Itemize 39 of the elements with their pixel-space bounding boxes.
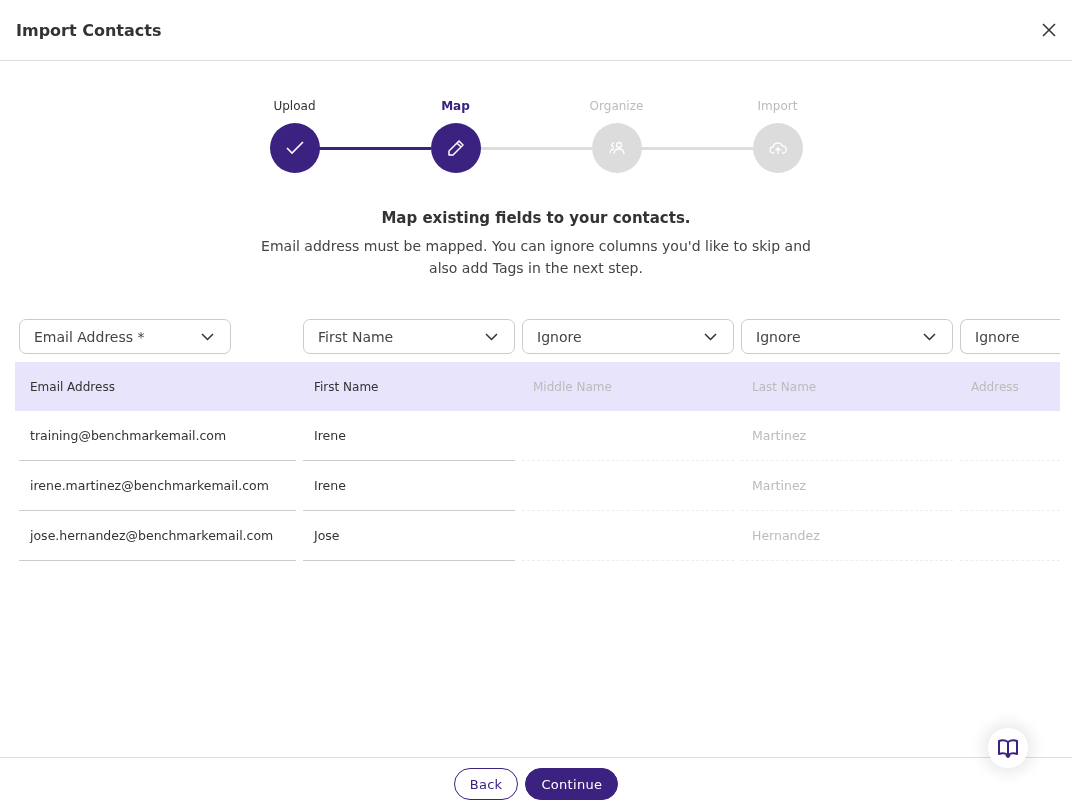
field-dropdown[interactable]: Ignore [960, 319, 1060, 354]
chevron-down-icon [201, 332, 214, 341]
field-dropdown[interactable]: Ignore [522, 319, 734, 354]
field-dropdown[interactable]: Ignore [741, 319, 953, 354]
footer-button[interactable]: Continue [525, 768, 619, 800]
table-cell: Martinez [752, 428, 807, 443]
column-header: Last Name [751, 379, 818, 394]
close-icon[interactable] [1042, 23, 1056, 37]
column-header: Middle Name [532, 379, 613, 394]
step-label: Upload [273, 99, 316, 115]
table-cell: irene.martinez@benchmarkemail.com [30, 478, 269, 493]
pencil-icon [446, 139, 465, 157]
people-icon [608, 141, 625, 155]
table-cell: training@benchmarkemail.com [30, 428, 227, 443]
table-cell: Jose [314, 528, 340, 543]
help-button[interactable] [988, 728, 1028, 768]
footer-button[interactable]: Back [453, 768, 519, 800]
step-label: Import [757, 99, 798, 115]
field-dropdown[interactable]: Email Address * [19, 319, 231, 354]
step-label: Map [441, 99, 470, 115]
instruction-text: Email address must be mapped. You can ignore columns you'd like to skip and also add Tags in the next step. [260, 237, 812, 278]
chevron-down-icon [923, 332, 936, 341]
step-label: Organize [589, 99, 644, 115]
instruction-heading: Map existing fields to your contacts. [380, 209, 692, 227]
chevron-down-icon [704, 332, 717, 341]
table-cell: jose.hernandez@benchmarkemail.com [30, 528, 274, 543]
field-dropdown[interactable]: First Name [303, 319, 515, 354]
dialog-title: Import Contacts [16, 20, 162, 40]
table-cell: Irene [314, 478, 346, 493]
column-header: First Name [313, 379, 380, 394]
chevron-down-icon [485, 332, 498, 341]
column-header: Email Address [29, 379, 116, 394]
table-cell: Irene [314, 428, 346, 443]
cloud-upload-icon [768, 141, 787, 155]
table-cell: Hernandez [752, 528, 820, 543]
column-header: Address [970, 379, 1020, 394]
book-icon [997, 738, 1019, 758]
table-cell: Martinez [752, 478, 807, 493]
check-icon [285, 141, 304, 155]
